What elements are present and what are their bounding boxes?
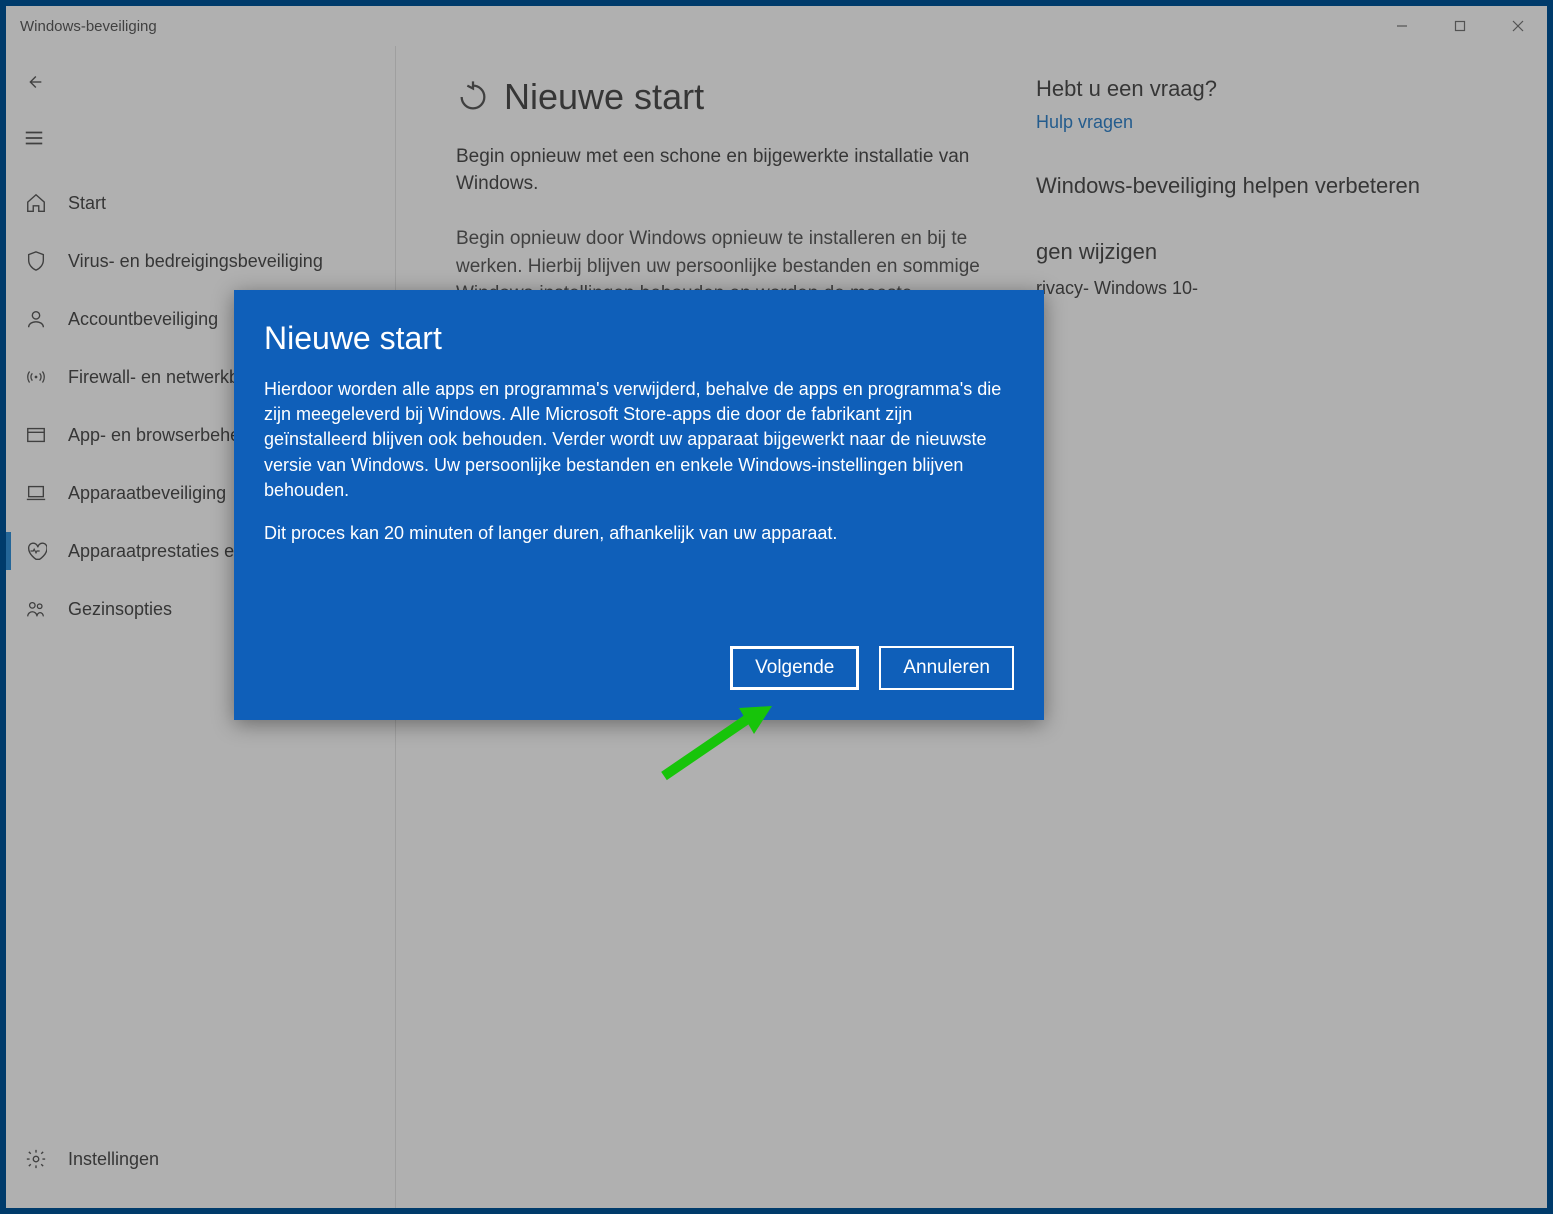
fresh-start-dialog: Nieuwe start Hierdoor worden alle apps e… xyxy=(234,290,1044,720)
dialog-buttons: Volgende Annuleren xyxy=(264,646,1014,690)
dialog-title: Nieuwe start xyxy=(264,320,1014,357)
dialog-paragraph-2: Dit proces kan 20 minuten of langer dure… xyxy=(264,521,1014,546)
next-button[interactable]: Volgende xyxy=(730,646,859,690)
dialog-paragraph-1: Hierdoor worden alle apps en programma's… xyxy=(264,377,1014,503)
app-window: Windows-beveiliging xyxy=(6,6,1547,1208)
cancel-button[interactable]: Annuleren xyxy=(879,646,1014,690)
